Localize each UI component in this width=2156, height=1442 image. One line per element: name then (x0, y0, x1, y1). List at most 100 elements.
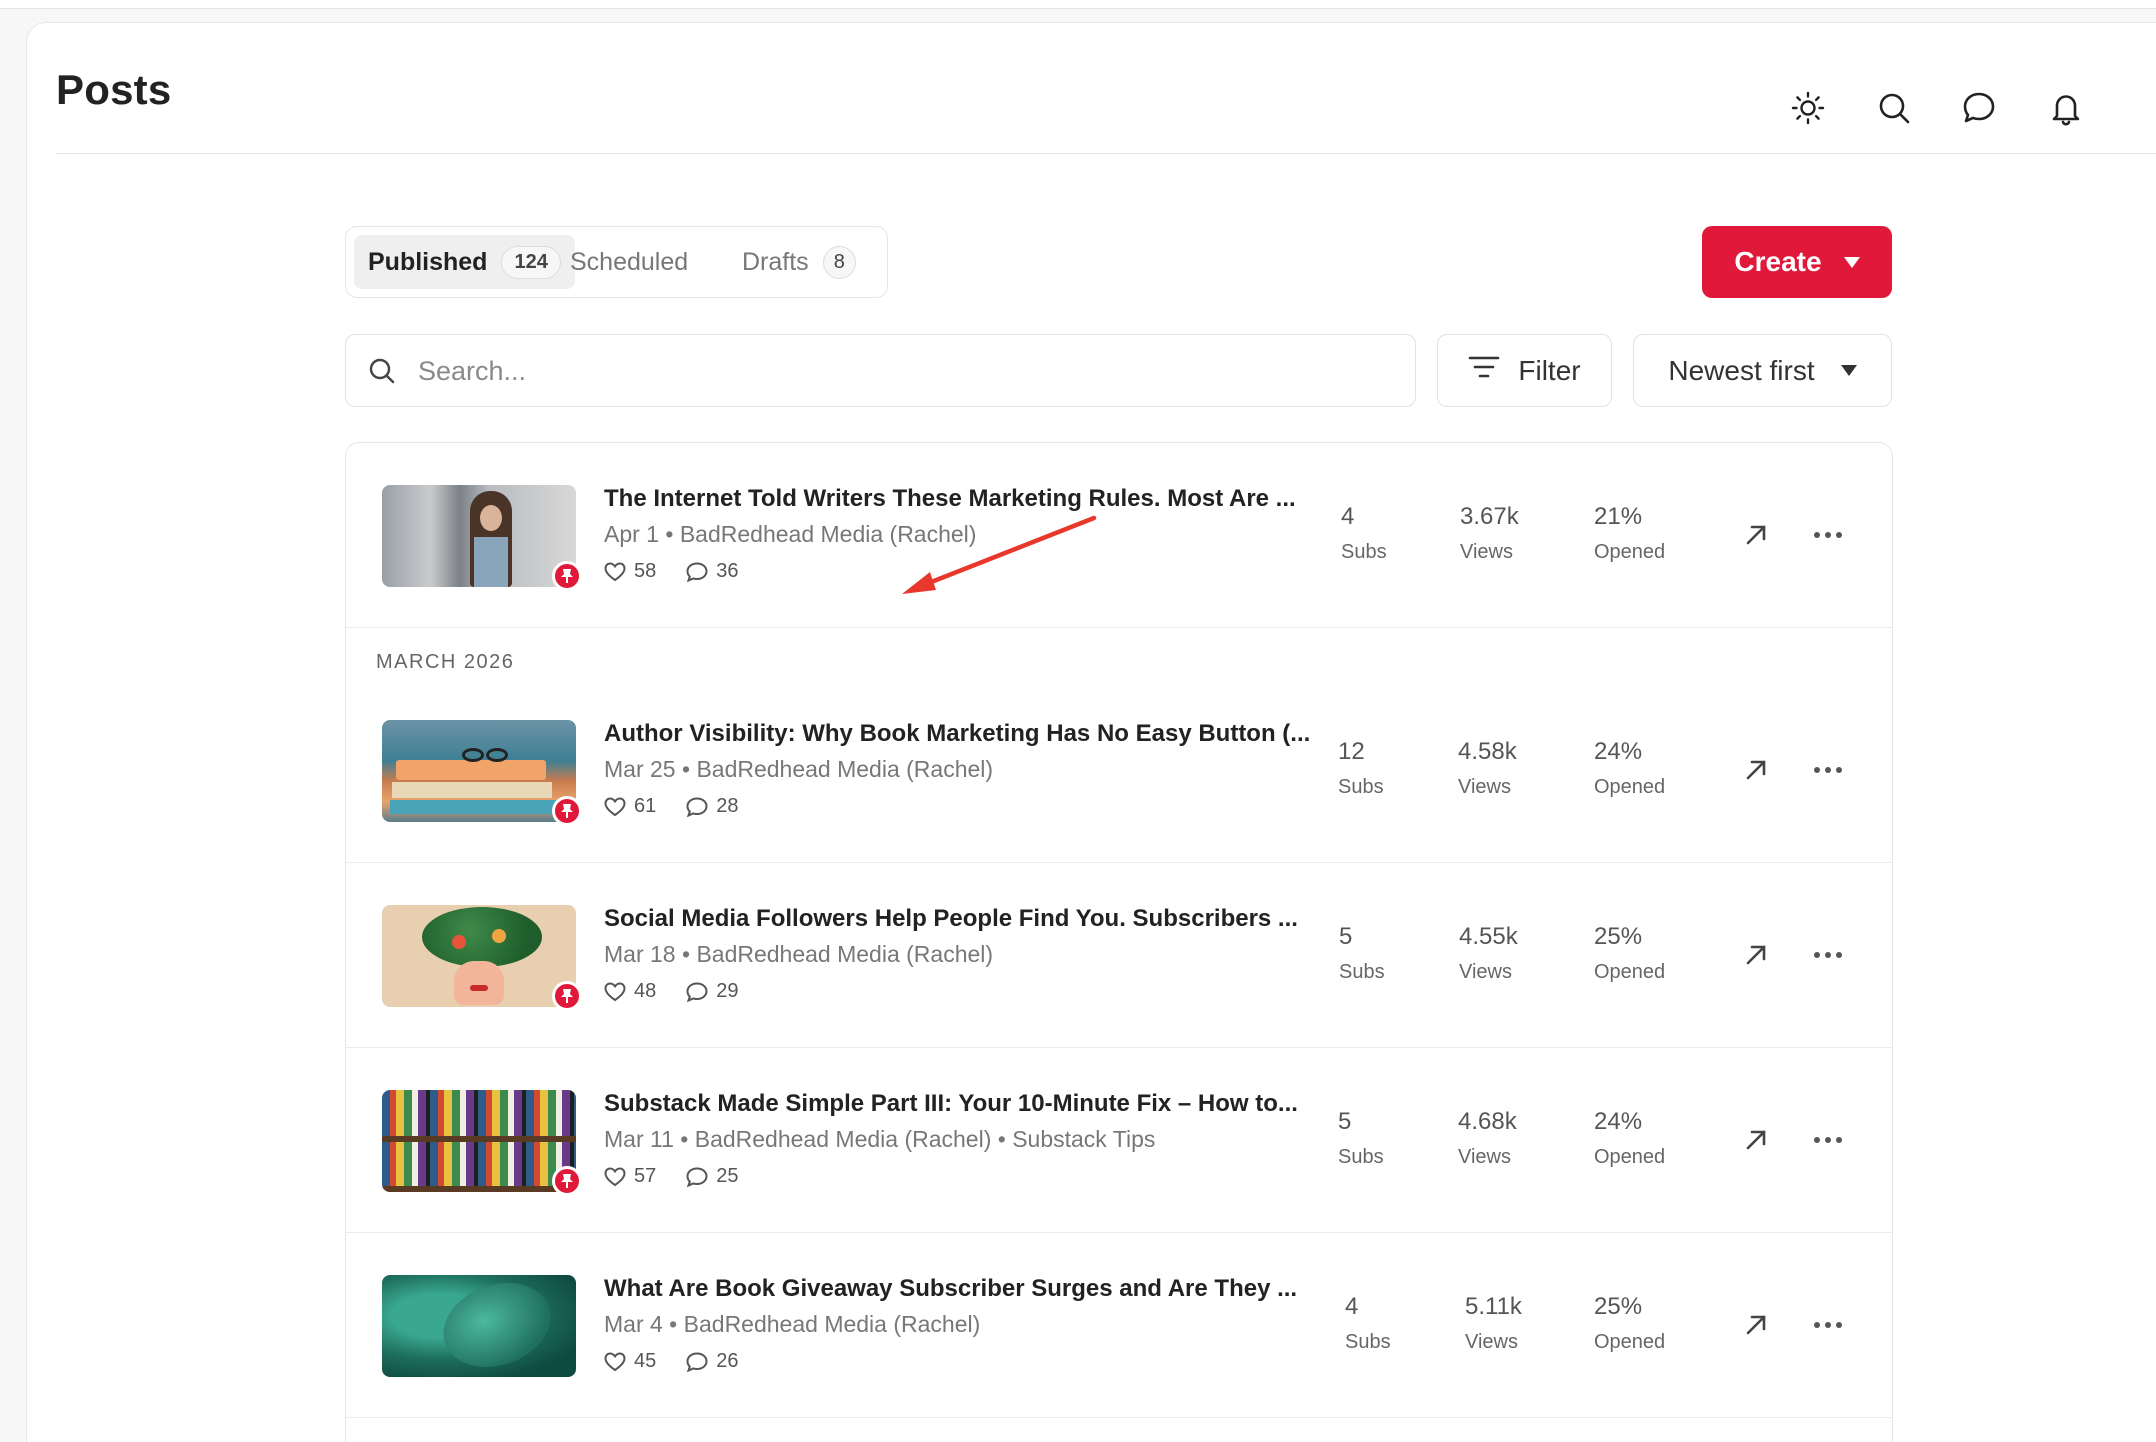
comment-count: 28 (716, 795, 739, 817)
like-count: 48 (634, 980, 657, 1002)
tab-count-badge: 124 (501, 245, 561, 279)
post-title[interactable]: Author Visibility: Why Book Marketing Ha… (604, 720, 1310, 748)
post-title[interactable]: Substack Made Simple Part III: Your 10-M… (604, 1090, 1298, 1118)
post-title[interactable]: The Internet Told Writers These Marketin… (604, 485, 1296, 513)
stat-views: 5.11k Views (1465, 1293, 1522, 1353)
annotation-arrow-icon (902, 515, 1097, 594)
post-row[interactable]: Social Media Followers Help People Find … (346, 863, 1892, 1048)
tab-scheduled[interactable]: Scheduled (566, 235, 692, 289)
filter-button[interactable]: Filter (1437, 334, 1612, 407)
post-section: Substack Tips (1012, 1126, 1156, 1152)
month-section-label: MARCH 2026 (376, 651, 515, 673)
heart-icon (604, 1166, 626, 1186)
post-engagement: 48 29 (604, 980, 739, 1003)
post-title[interactable]: What Are Book Giveaway Subscriber Surges… (604, 1275, 1297, 1303)
post-engagement: 45 26 (604, 1350, 739, 1373)
more-options-icon[interactable] (1806, 935, 1850, 975)
heart-icon (604, 1351, 626, 1371)
stat-views: 3.67k Views (1460, 503, 1519, 563)
post-row[interactable]: Author Visibility: Why Book Marketing Ha… (346, 678, 1892, 863)
more-options-icon[interactable] (1806, 1305, 1850, 1345)
stat-views: 4.58k Views (1458, 738, 1517, 798)
more-options-icon[interactable] (1806, 515, 1850, 555)
stat-subs: 12 Subs (1338, 738, 1384, 798)
stat-views: 4.68k Views (1458, 1108, 1517, 1168)
pin-icon (552, 981, 582, 1011)
post-thumbnail (382, 720, 576, 822)
more-options-icon[interactable] (1806, 750, 1850, 790)
post-row[interactable]: Substack Made Simple Part III: Your 10-M… (346, 1048, 1892, 1233)
like-count: 61 (634, 795, 657, 817)
post-meta: Mar 11 • BadRedhead Media (Rachel) • Sub… (604, 1126, 1156, 1152)
tab-label: Drafts (742, 247, 809, 276)
search-icon[interactable] (1872, 86, 1916, 130)
sun-icon[interactable] (1786, 86, 1830, 130)
comment-icon (686, 561, 708, 582)
open-external-icon[interactable] (1736, 750, 1776, 790)
post-meta: Mar 4 • BadRedhead Media (Rachel) (604, 1311, 981, 1337)
create-button[interactable]: Create (1702, 226, 1892, 298)
comment-icon (686, 796, 708, 817)
tab-label: Published (368, 247, 488, 276)
stat-opened: 21% Opened (1594, 503, 1666, 563)
comment-icon (686, 1166, 708, 1187)
like-count: 45 (634, 1350, 657, 1372)
post-meta: Mar 18 • BadRedhead Media (Rachel) (604, 941, 994, 967)
open-external-icon[interactable] (1736, 935, 1776, 975)
tab-count-badge: 8 (822, 245, 856, 279)
caret-down-icon (1843, 256, 1860, 268)
more-options-icon[interactable] (1806, 1120, 1850, 1160)
pin-icon (552, 561, 582, 591)
sort-label: Newest first (1668, 354, 1815, 386)
comment-icon (686, 981, 708, 1002)
stat-subs: 5 Subs (1338, 1108, 1384, 1168)
post-status-tabs: Published 124 Scheduled Drafts 8 (345, 226, 888, 298)
stat-subs: 4 Subs (1345, 1293, 1391, 1353)
post-date: Mar 25 (604, 756, 676, 782)
post-date: Apr 1 (604, 521, 659, 547)
open-external-icon[interactable] (1736, 1305, 1776, 1345)
create-button-label: Create (1734, 246, 1822, 277)
like-count: 57 (634, 1165, 657, 1187)
open-external-icon[interactable] (1736, 515, 1776, 555)
comment-count: 25 (716, 1165, 739, 1187)
stat-subs: 5 Subs (1339, 923, 1385, 983)
tab-published[interactable]: Published 124 (354, 235, 575, 289)
search-box (345, 334, 1416, 407)
post-meta: Mar 25 • BadRedhead Media (Rachel) (604, 756, 994, 782)
comment-icon (686, 1351, 708, 1372)
bell-icon[interactable] (2044, 86, 2088, 130)
stat-opened: 25% Opened (1594, 923, 1666, 983)
like-count: 58 (634, 560, 657, 582)
heart-icon (604, 561, 626, 581)
comment-count: 29 (716, 980, 739, 1002)
page-title: Posts (56, 66, 172, 113)
post-author: BadRedhead Media (Rachel) (694, 1126, 992, 1152)
post-thumbnail (382, 485, 576, 587)
sort-dropdown[interactable]: Newest first (1633, 334, 1892, 407)
tab-drafts[interactable]: Drafts 8 (738, 235, 860, 289)
post-title[interactable]: Social Media Followers Help People Find … (604, 905, 1298, 933)
chat-icon[interactable] (1957, 86, 2001, 130)
post-date: Mar 4 (604, 1311, 663, 1337)
post-thumbnail (382, 1090, 576, 1192)
heart-icon (604, 796, 626, 816)
post-thumbnail (382, 1275, 576, 1377)
search-input[interactable] (418, 347, 1378, 395)
stat-opened: 25% Opened (1594, 1293, 1666, 1353)
post-author: BadRedhead Media (Rachel) (683, 1311, 981, 1337)
post-date: Mar 11 (604, 1126, 674, 1152)
post-row[interactable]: The Internet Told Writers These Marketin… (346, 443, 1892, 628)
heart-icon (604, 981, 626, 1001)
post-author: BadRedhead Media (Rachel) (696, 756, 994, 782)
post-author: BadRedhead Media (Rachel) (696, 941, 994, 967)
stat-opened: 24% Opened (1594, 738, 1666, 798)
filter-icon (1468, 353, 1500, 388)
post-engagement: 61 28 (604, 795, 739, 818)
open-external-icon[interactable] (1736, 1120, 1776, 1160)
caret-down-icon (1840, 365, 1857, 376)
post-row[interactable]: What Are Book Giveaway Subscriber Surges… (346, 1233, 1892, 1418)
stat-views: 4.55k Views (1459, 923, 1518, 983)
comment-count: 26 (716, 1350, 739, 1372)
post-list: The Internet Told Writers These Marketin… (345, 442, 1893, 1442)
